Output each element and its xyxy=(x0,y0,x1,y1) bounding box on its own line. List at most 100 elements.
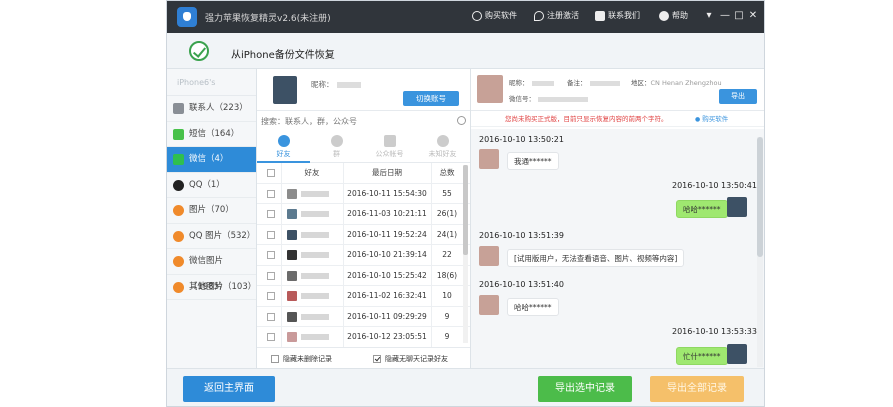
register-activate-button[interactable]: 注册激活 xyxy=(534,10,579,21)
nick-label: 昵称： xyxy=(311,80,334,89)
table-row[interactable]: 2016-10-11 15:54:30 55 xyxy=(257,183,470,204)
contact-wechat-id: 微信号： xyxy=(509,93,588,103)
message-timestamp: 2016-10-10 13:53:33 xyxy=(672,327,757,336)
sidebar-item-other-photos[interactable]: 其他图片（103） xyxy=(167,275,256,300)
contact-us-button[interactable]: 联系我们 xyxy=(595,10,640,21)
table-row[interactable]: 2016-11-03 10:21:11 26(1) xyxy=(257,204,470,225)
friend-tabs: 好友 群 公众帐号 未知好友 xyxy=(257,131,470,163)
friend-avatar xyxy=(287,188,297,199)
row-count: 22 xyxy=(442,250,452,259)
row-checkbox[interactable] xyxy=(267,230,275,239)
friend-avatar xyxy=(287,291,297,301)
search-input[interactable] xyxy=(257,111,470,131)
hide-no-chat-option[interactable]: 隐藏无聊天记录好友 xyxy=(373,354,448,364)
account-header: 昵称： 切换账号 xyxy=(257,69,470,111)
group-icon xyxy=(330,135,343,147)
table-row[interactable]: 2016-10-10 15:25:42 18(6) xyxy=(257,265,470,286)
contact-info: 昵称： 备注： 地区：CN Henan Zhengzhou 微信号： 导出 xyxy=(471,69,764,111)
tab-official-accounts[interactable]: 公众帐号 xyxy=(363,131,416,163)
row-count: 9 xyxy=(444,332,450,341)
sidebar-item-wechat-photos[interactable]: 微信图片（1985） xyxy=(167,249,256,292)
message-bubble-self: 哈哈****** xyxy=(676,200,728,218)
sidebar-item-label: 短信（164） xyxy=(189,128,240,139)
row-checkbox[interactable] xyxy=(267,271,275,280)
backup-check-icon xyxy=(189,41,209,61)
search-bar xyxy=(257,111,470,131)
sidebar-item-sms[interactable]: 短信（164） xyxy=(167,122,256,147)
device-name: iPhone6's xyxy=(167,69,256,96)
tab-friends[interactable]: 好友 xyxy=(257,131,310,163)
column-header-count[interactable]: 总数 xyxy=(431,163,463,184)
sidebar-item-qq[interactable]: QQ（1） xyxy=(167,173,256,198)
table-row[interactable]: 2016-10-10 21:39:14 22 xyxy=(257,245,470,266)
table-row[interactable]: 2016-10-11 09:29:29 9 xyxy=(257,306,470,327)
export-button[interactable]: 导出 xyxy=(719,89,757,104)
row-date: 2016-11-03 10:21:11 xyxy=(347,209,427,218)
contact-region: 地区：CN Henan Zhengzhou xyxy=(631,77,722,87)
close-button[interactable]: ✕ xyxy=(747,10,759,21)
row-checkbox[interactable] xyxy=(267,210,275,218)
hide-undeleted-checkbox[interactable] xyxy=(271,355,279,363)
scrollbar-thumb[interactable] xyxy=(757,137,763,257)
row-date: 2016-10-11 19:52:24 xyxy=(347,229,427,239)
message-timestamp: 2016-10-10 13:50:41 xyxy=(672,181,757,190)
key-icon xyxy=(534,10,544,21)
hide-undeleted-option[interactable]: 隐藏未删除记录 xyxy=(271,354,332,364)
row-date: 2016-10-10 15:25:42 xyxy=(347,270,427,280)
row-checkbox[interactable] xyxy=(267,292,275,300)
column-divider xyxy=(281,286,282,306)
back-to-main-button[interactable]: 返回主界面 xyxy=(183,376,275,402)
sidebar-item-photos[interactable]: 图片（70） xyxy=(167,198,256,224)
export-selected-button[interactable]: 导出选中记录 xyxy=(538,376,632,402)
friend-name-redacted xyxy=(301,231,329,238)
buy-software-link[interactable]: 购买软件 xyxy=(695,111,728,128)
photos-icon xyxy=(173,256,184,267)
contacts-icon xyxy=(173,103,184,114)
tab-groups[interactable]: 群 xyxy=(310,131,363,163)
table-row[interactable]: 2016-10-12 23:05:51 9 xyxy=(257,327,470,348)
tab-label: 公众帐号 xyxy=(375,150,404,158)
switch-account-button[interactable]: 切换账号 xyxy=(403,91,459,106)
hide-no-chat-checkbox[interactable] xyxy=(373,355,381,363)
row-checkbox[interactable] xyxy=(267,251,275,259)
skin-dropdown-button[interactable]: ▾ xyxy=(703,10,715,21)
row-count: 9 xyxy=(444,311,450,321)
contact-id-label: 微信号： xyxy=(509,95,535,103)
message-bubble-self: 忙什****** xyxy=(676,347,728,365)
chat-scrollbar[interactable] xyxy=(757,137,763,367)
sidebar-item-contacts[interactable]: 联系人（223） xyxy=(167,96,256,122)
friend-avatar xyxy=(287,270,297,281)
row-checkbox[interactable] xyxy=(267,189,275,198)
friend-list-scrollbar[interactable] xyxy=(463,165,468,343)
maximize-button[interactable]: □ xyxy=(733,10,745,21)
wechat-icon xyxy=(173,154,184,165)
row-checkbox[interactable] xyxy=(267,333,275,341)
table-row[interactable]: 2016-11-02 16:32:41 10 xyxy=(257,286,470,307)
search-icon[interactable] xyxy=(457,116,466,125)
column-divider xyxy=(281,306,282,326)
help-button[interactable]: 帮助 xyxy=(659,10,688,21)
photos-icon xyxy=(173,205,184,216)
sidebar-item-wechat[interactable]: 微信（4） xyxy=(167,147,256,173)
scrollbar-thumb[interactable] xyxy=(463,165,468,255)
friend-name-redacted xyxy=(301,252,329,258)
column-header-friend[interactable]: 好友 xyxy=(281,163,343,184)
friend-avatar xyxy=(287,209,297,219)
tab-unknown-friends[interactable]: 未知好友 xyxy=(416,131,469,163)
friend-avatar xyxy=(287,250,297,260)
sidebar-item-qq-photos[interactable]: QQ 图片（532） xyxy=(167,224,256,249)
minimize-button[interactable]: — xyxy=(719,10,731,21)
row-date: 2016-10-11 15:54:30 xyxy=(347,188,427,198)
account-nick: 昵称： xyxy=(311,79,361,90)
column-header-last-date[interactable]: 最后日期 xyxy=(343,163,431,184)
table-row[interactable]: 2016-10-11 19:52:24 24(1) xyxy=(257,224,470,245)
buy-software-button[interactable]: 购买软件 xyxy=(472,10,517,21)
contact-remark-redacted xyxy=(589,80,620,86)
contact-us-label: 联系我们 xyxy=(608,11,640,20)
select-all-checkbox[interactable] xyxy=(267,169,275,177)
column-divider xyxy=(281,224,282,244)
friend-name-redacted xyxy=(301,272,329,279)
row-date: 2016-10-12 23:05:51 xyxy=(347,332,427,341)
export-all-button[interactable]: 导出全部记录 xyxy=(650,376,744,402)
row-checkbox[interactable] xyxy=(267,312,275,321)
